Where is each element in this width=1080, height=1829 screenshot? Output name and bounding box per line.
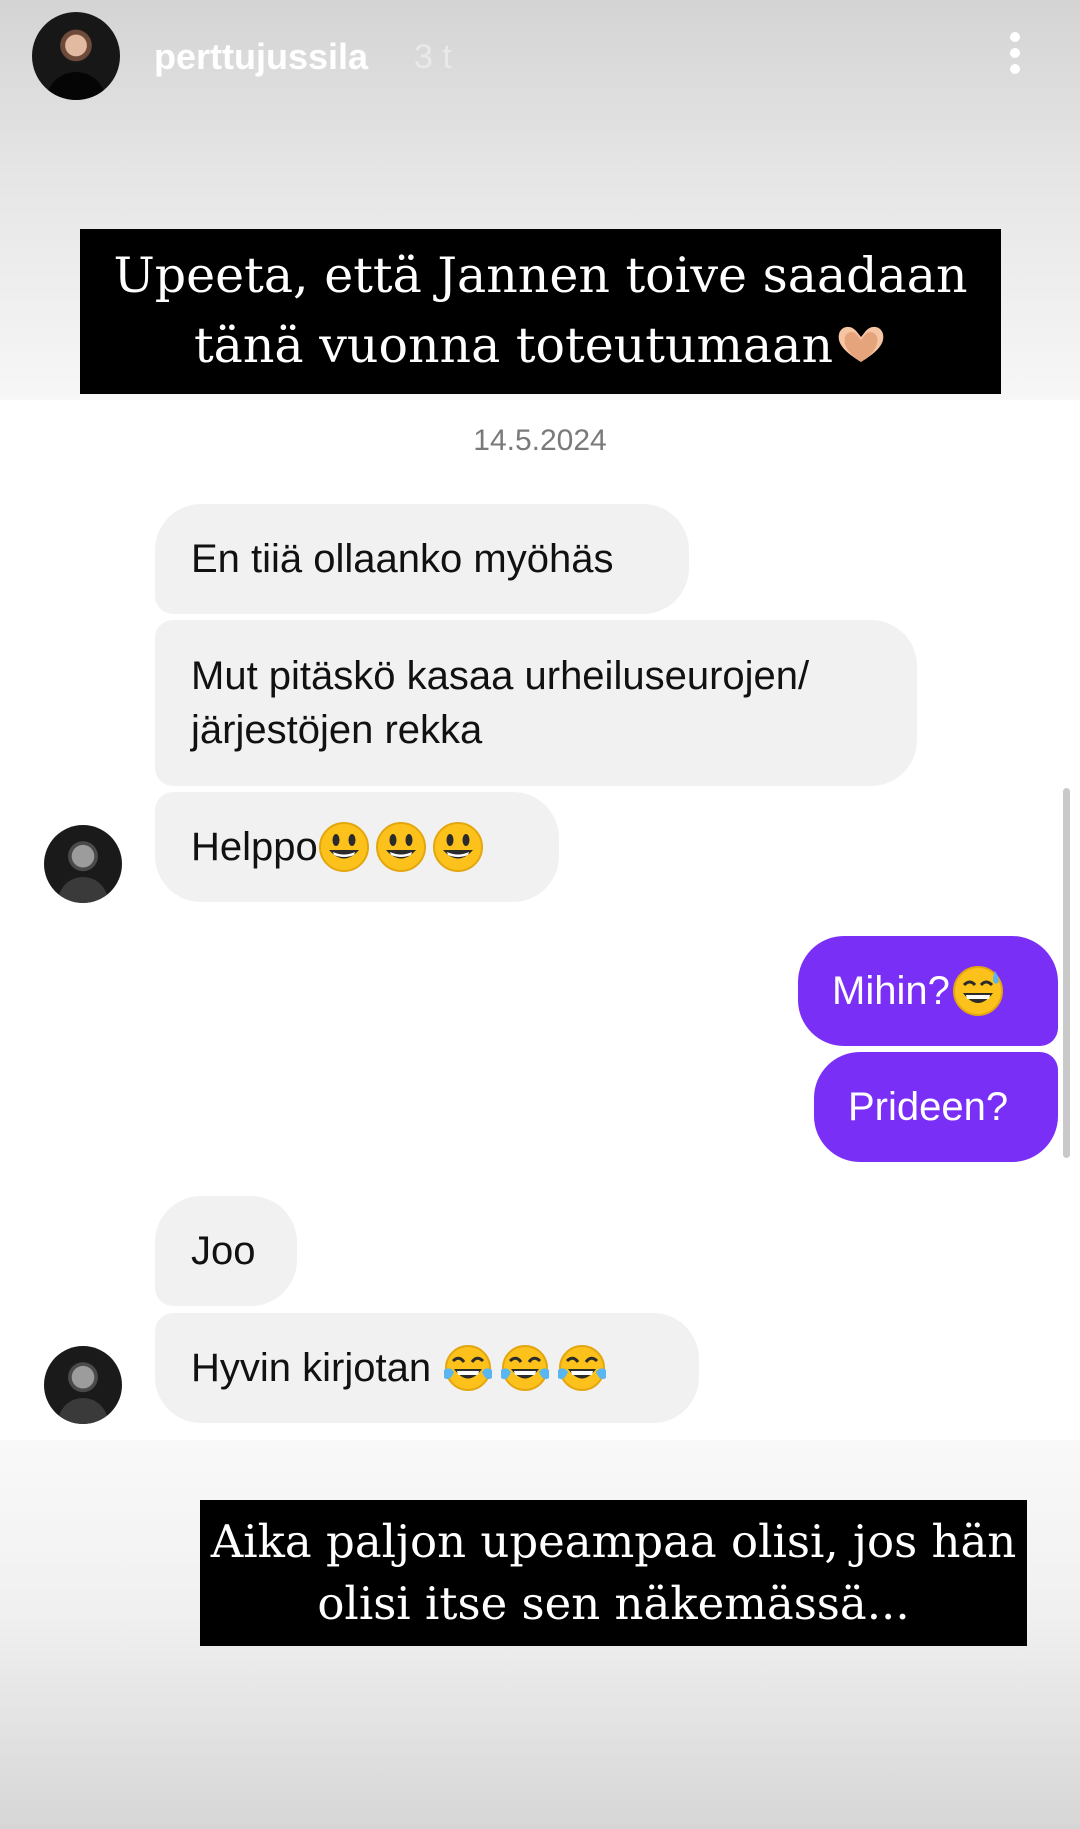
tears-of-joy-icon (558, 1345, 607, 1391)
message-text: Helppo (191, 825, 318, 869)
message-in-5[interactable]: Hyvin kirjotan (155, 1313, 699, 1423)
grinning-sweat-icon (952, 966, 1003, 1016)
message-text-line1: Mut pitäskö kasaa urheiluseurojen/ (191, 654, 810, 698)
caption-top-line2-wrap: tänä vuonna toteutumaan (80, 311, 1001, 381)
message-text: Prideen? (848, 1085, 1009, 1129)
smiley-icon (318, 822, 369, 872)
message-out-1[interactable]: Mihin? (798, 936, 1058, 1046)
story-time: 3 t (414, 38, 452, 76)
message-out-2[interactable]: Prideen? (814, 1052, 1058, 1162)
message-text: En tiiä ollaanko myöhäs (191, 537, 614, 581)
smiley-icon (375, 822, 426, 872)
tears-of-joy-icon (501, 1345, 550, 1391)
message-in-3[interactable]: Helppo (155, 792, 559, 902)
message-in-2[interactable]: Mut pitäskö kasaa urheiluseurojen/ järje… (155, 620, 917, 786)
caption-bottom-line1: Aika paljon upeampaa olisi, jos hän (210, 1515, 1017, 1568)
caption-bottom: Aika paljon upeampaa olisi, jos hän olis… (200, 1500, 1027, 1646)
message-text-line2: järjestöjen rekka (191, 708, 483, 752)
message-text: Mihin? (832, 969, 950, 1013)
heart-hands-icon (838, 326, 884, 362)
chat-date: 14.5.2024 (473, 424, 607, 457)
message-text: Hyvin kirjotan (191, 1346, 443, 1390)
message-text: Joo (191, 1229, 256, 1273)
message-in-4[interactable]: Joo (155, 1196, 297, 1306)
caption-top: Upeeta, että Jannen toive saadaan tänä v… (80, 229, 1001, 394)
smiley-icon (432, 822, 483, 872)
story-header: perttujussila 3 t (0, 0, 1080, 110)
story-username[interactable]: perttujussila (154, 36, 368, 78)
caption-bottom-line2: olisi itse sen näkemässä... (317, 1577, 910, 1630)
message-in-1[interactable]: En tiiä ollaanko myöhäs (155, 504, 689, 614)
contact-avatar[interactable] (44, 1346, 122, 1424)
tears-of-joy-icon (444, 1345, 493, 1391)
chat-scrollbar[interactable] (1063, 788, 1070, 1158)
caption-top-line1: Upeeta, että Jannen toive saadaan (113, 247, 968, 304)
contact-avatar[interactable] (44, 825, 122, 903)
caption-top-line2: tänä vuonna toteutumaan (193, 317, 834, 374)
more-vertical-icon[interactable] (1000, 28, 1030, 78)
profile-avatar[interactable] (32, 12, 120, 100)
